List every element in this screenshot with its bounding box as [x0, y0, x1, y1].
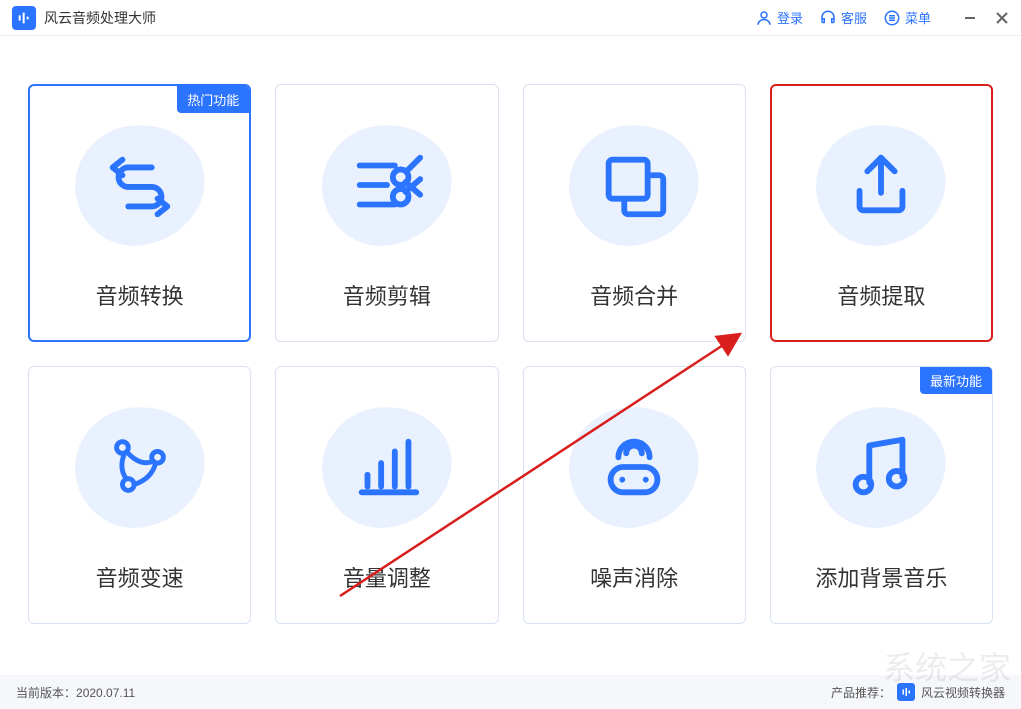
login-button[interactable]: 登录	[755, 8, 803, 27]
app-title: 风云音频处理大师	[44, 8, 755, 28]
main-area: 热门功能 音频转换 音频剪辑 音频合并	[0, 36, 1021, 644]
card-label: 音频转换	[96, 279, 184, 311]
card-audio-convert[interactable]: 热门功能 音频转换	[28, 84, 251, 342]
card-label: 音量调整	[343, 561, 431, 593]
hot-badge: 热门功能	[177, 86, 249, 113]
recommend-label: 产品推荐：	[831, 684, 891, 701]
headset-icon	[819, 9, 837, 27]
music-icon	[842, 428, 920, 506]
card-audio-speed[interactable]: 音频变速	[28, 366, 251, 624]
close-button[interactable]	[995, 11, 1009, 25]
card-label: 音频剪辑	[343, 279, 431, 311]
support-button[interactable]: 客服	[819, 8, 867, 27]
extract-icon	[842, 146, 920, 224]
list-icon	[883, 9, 901, 27]
user-icon	[755, 9, 773, 27]
denoise-icon	[595, 428, 673, 506]
menu-label: 菜单	[905, 8, 931, 27]
version-label: 当前版本：	[16, 686, 76, 700]
login-label: 登录	[777, 8, 803, 27]
recommend-product: 风云视频转换器	[921, 684, 1005, 701]
menu-button[interactable]: 菜单	[883, 8, 931, 27]
minimize-icon	[963, 11, 977, 25]
card-audio-cut[interactable]: 音频剪辑	[275, 84, 498, 342]
recommend-logo-icon	[897, 683, 915, 701]
card-bgm[interactable]: 最新功能 添加背景音乐	[770, 366, 993, 624]
speed-icon	[101, 428, 179, 506]
product-recommend[interactable]: 产品推荐： 风云视频转换器	[831, 683, 1005, 701]
new-badge: 最新功能	[920, 367, 992, 394]
card-volume-adjust[interactable]: 音量调整	[275, 366, 498, 624]
card-label: 添加背景音乐	[815, 561, 947, 593]
support-label: 客服	[841, 8, 867, 27]
card-noise-remove[interactable]: 噪声消除	[523, 366, 746, 624]
merge-icon	[595, 146, 673, 224]
footer: 当前版本：2020.07.11 产品推荐： 风云视频转换器	[0, 675, 1021, 709]
convert-icon	[101, 146, 179, 224]
card-label: 音频合并	[590, 279, 678, 311]
version-value: 2020.07.11	[76, 686, 135, 700]
card-audio-extract[interactable]: 音频提取	[770, 84, 993, 342]
close-icon	[995, 11, 1009, 25]
volume-icon	[348, 428, 426, 506]
app-logo-icon	[12, 6, 36, 30]
feature-grid: 热门功能 音频转换 音频剪辑 音频合并	[28, 84, 993, 624]
titlebar: 风云音频处理大师 登录 客服 菜单	[0, 0, 1021, 36]
card-label: 噪声消除	[590, 561, 678, 593]
cut-icon	[348, 146, 426, 224]
minimize-button[interactable]	[963, 11, 977, 25]
card-label: 音频变速	[96, 561, 184, 593]
card-audio-merge[interactable]: 音频合并	[523, 84, 746, 342]
card-label: 音频提取	[837, 279, 925, 311]
